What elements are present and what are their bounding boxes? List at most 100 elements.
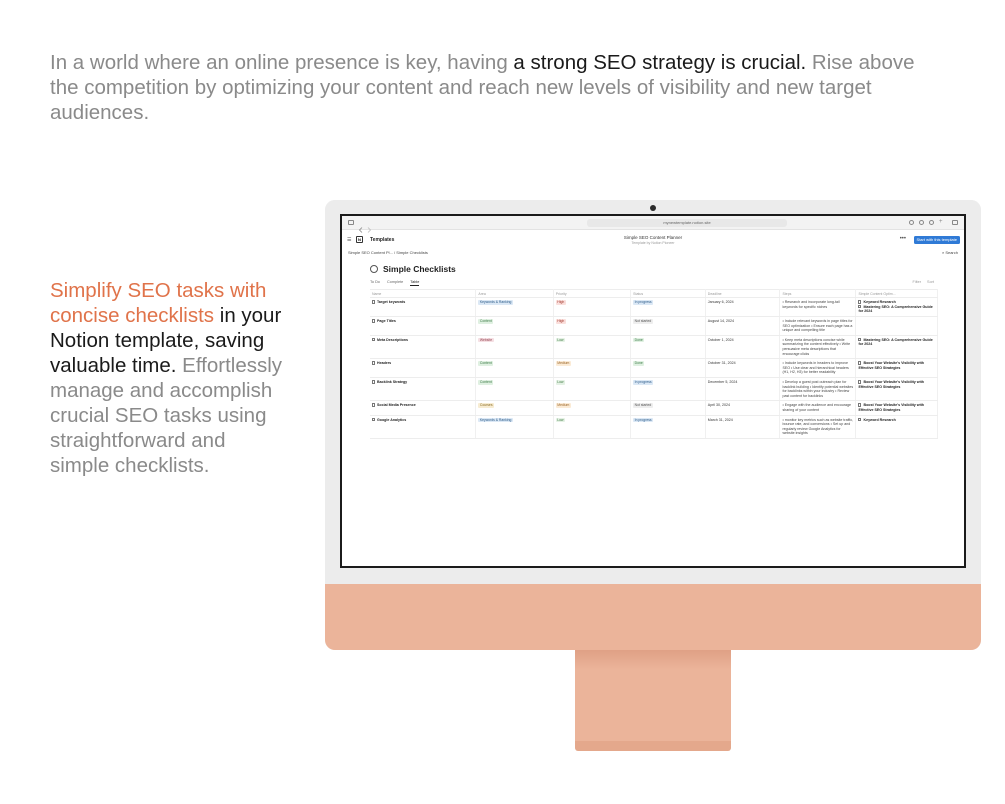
area-tag: Courses (478, 403, 495, 408)
table-row[interactable]: Meta Descriptions Website Low Done October 1… (370, 335, 938, 360)
filter-button[interactable]: Filter (913, 280, 921, 284)
table-row[interactable]: Page Titles Content High Not started August … (370, 316, 938, 336)
cell-priority[interactable]: Medium (553, 358, 632, 378)
cell-priority[interactable]: Low (553, 415, 632, 439)
cell-name[interactable]: Meta Descriptions (370, 335, 477, 360)
cell-steps[interactable]: • Engage with the audience and encourage… (779, 400, 857, 416)
cell-deadline[interactable]: December 5, 2024 (705, 377, 781, 402)
address-bar[interactable]: mynewtemplate.notion.site (587, 219, 787, 227)
cell-name[interactable]: Headers (370, 358, 477, 378)
column-status[interactable]: Status (630, 289, 706, 298)
resource-link[interactable]: Boost Your Website's Visibility with Eff… (858, 403, 935, 412)
cell-deadline[interactable]: April 30, 2024 (705, 400, 781, 416)
column-area[interactable]: Area (475, 289, 554, 298)
cell-status[interactable]: In progress (630, 297, 706, 317)
view-tools: Filter Sort (908, 280, 934, 284)
cell-resources[interactable]: Mastering SEO: A Comprehensive Guide for… (855, 335, 938, 360)
resource-link[interactable]: Mastering SEO: A Comprehensive Guide for… (858, 337, 935, 347)
cell-deadline[interactable]: January 6, 2024 (705, 297, 781, 317)
cell-status[interactable]: In progress (630, 415, 706, 439)
cell-area[interactable]: Content (475, 358, 554, 378)
column-priority[interactable]: Priority (553, 289, 632, 298)
cell-name[interactable]: Social Media Presence (370, 400, 477, 416)
notion-screen: mynewtemplate.notion.site + ☰ N Template… (340, 214, 966, 568)
forward-icon[interactable] (366, 220, 372, 233)
table-row[interactable]: Backlink Strategy Content Low In progress De… (370, 377, 938, 402)
cell-deadline[interactable]: March 31, 2024 (705, 415, 781, 439)
resource-title: Keyword Research (863, 417, 896, 422)
sort-button[interactable]: Sort (927, 280, 934, 284)
tab-to-do[interactable]: To Do (370, 280, 380, 284)
cell-resources[interactable]: Boost Your Website's Visibility with Eff… (855, 377, 938, 402)
cell-resources[interactable]: Boost Your Website's Visibility with Eff… (855, 358, 938, 378)
cell-area[interactable]: Website (475, 335, 554, 360)
cell-status[interactable]: Done (630, 335, 706, 360)
deadline-date: December 5, 2024 (707, 379, 738, 384)
cell-steps[interactable]: • Keep meta descriptions concise while s… (779, 335, 857, 360)
area-tag: Content (478, 379, 494, 385)
task-name: Social Media Presence (377, 403, 416, 408)
cell-priority[interactable]: Medium (553, 400, 632, 416)
cell-resources[interactable] (855, 316, 938, 336)
table-row[interactable]: Target keywords Keywords & Ranking High In … (370, 297, 938, 317)
column-steps[interactable]: Steps (779, 289, 857, 298)
cell-status[interactable]: Done (630, 358, 706, 378)
cell-name[interactable]: Google Analytics (370, 415, 477, 439)
intro-text-1: In a world where an online presence is k… (50, 51, 514, 74)
cell-resources[interactable]: Keyword Research (855, 415, 938, 439)
download-icon[interactable] (919, 220, 924, 225)
table-row[interactable]: Google Analytics Keywords & Ranking Low In … (370, 415, 938, 439)
search-button[interactable]: ⌕ Search (942, 250, 958, 255)
cell-name[interactable]: Page Titles (370, 316, 477, 336)
reload-icon[interactable] (929, 220, 934, 225)
resource-link[interactable]: Mastering SEO: A Comprehensive Guide for… (858, 304, 935, 314)
column-resources[interactable]: Simple Content Optim... (855, 289, 938, 298)
cell-name[interactable]: Target keywords (370, 297, 477, 317)
cell-steps[interactable]: • Include relevant keywords in page titl… (779, 316, 857, 336)
tab-table[interactable]: Table (410, 280, 420, 286)
deadline-date: October 31, 2024 (707, 361, 736, 366)
cell-deadline[interactable]: October 31, 2024 (705, 358, 781, 378)
cell-deadline[interactable]: August 14, 2024 (705, 316, 781, 336)
cell-resources[interactable]: Boost Your Website's Visibility with Eff… (855, 400, 938, 416)
cell-status[interactable]: Not started (630, 316, 706, 336)
document-icon (858, 361, 862, 365)
share-icon[interactable] (909, 220, 914, 225)
start-template-button[interactable]: Start with this template (913, 236, 960, 244)
cell-steps[interactable]: • Research and incorporate long-tail key… (779, 297, 857, 317)
cell-priority[interactable]: High (553, 297, 632, 317)
table-row[interactable]: Social Media Presence Courses Medium Not st… (370, 400, 938, 416)
cell-area[interactable]: Keywords & Ranking (475, 297, 554, 317)
back-icon[interactable] (358, 220, 364, 233)
deadline-date: October 1, 2024 (707, 337, 734, 342)
cell-priority[interactable]: Low (553, 335, 632, 360)
cell-area[interactable]: Courses (475, 400, 554, 416)
table-row[interactable]: Headers Content Medium Done October 31, 2024… (370, 358, 938, 378)
cell-steps[interactable]: • monitor key metrics such as website tr… (779, 415, 857, 439)
cell-steps[interactable]: • Develop a guest post outreach plan for… (779, 377, 857, 402)
breadcrumb-item-planner[interactable]: Simple SEO Content Pl... (348, 250, 393, 255)
resource-link[interactable]: Keyword Research (858, 417, 935, 423)
sidebar-toggle-icon[interactable] (348, 220, 354, 225)
cell-priority[interactable]: High (553, 316, 632, 336)
cell-area[interactable]: Content (475, 377, 554, 402)
tab-complete[interactable]: Complete (387, 280, 403, 284)
new-tab-icon[interactable]: + (939, 219, 944, 225)
cell-name[interactable]: Backlink Strategy (370, 377, 477, 402)
breadcrumb-item-checklists[interactable]: Simple Checklists (396, 250, 428, 255)
column-name[interactable]: Name (370, 289, 477, 298)
cell-priority[interactable]: Low (553, 377, 632, 402)
resource-link[interactable]: Boost Your Website's Visibility with Eff… (858, 361, 935, 370)
cell-resources[interactable]: Keyword Research Mastering SEO: A Compreh… (855, 297, 938, 317)
cell-area[interactable]: Content (475, 316, 554, 336)
cell-status[interactable]: In progress (630, 377, 706, 402)
cell-status[interactable]: Not started (630, 400, 706, 416)
cell-deadline[interactable]: October 1, 2024 (705, 335, 781, 360)
column-deadline[interactable]: Deadline (705, 289, 781, 298)
resource-link[interactable]: Boost Your Website's Visibility with Eff… (858, 379, 935, 389)
cell-area[interactable]: Keywords & Ranking (475, 415, 554, 439)
resource-title: Boost Your Website's Visibility with Eff… (858, 361, 924, 370)
more-options-icon[interactable]: ••• (900, 236, 906, 242)
cell-steps[interactable]: • Include keywords in headers to improve… (779, 358, 857, 378)
tabs-overview-icon[interactable] (952, 220, 958, 225)
